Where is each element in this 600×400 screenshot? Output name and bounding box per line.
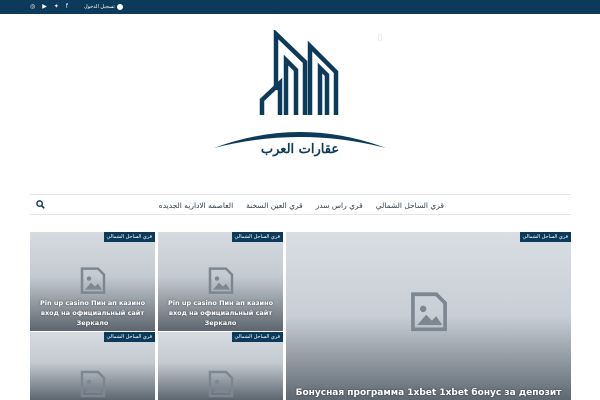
post-title[interactable]: Pin up casino Пин ап казино вход на офиц… — [30, 298, 155, 328]
twitter-icon[interactable]: ✦ — [54, 0, 59, 14]
youtube-icon[interactable]: ▶ — [42, 0, 47, 14]
image-placeholder-icon — [410, 292, 447, 332]
nav-item-ras-sudr[interactable]: قري راس سدر — [316, 201, 363, 210]
decorative-mark: ⌷ — [377, 33, 383, 44]
login-label: تسجيل الدخول — [84, 4, 115, 10]
site-logo[interactable]: عقارات العرب — [210, 30, 390, 160]
nav-item-north-coast[interactable]: قري الساحل الشمالي — [376, 201, 444, 210]
nav-menu: العاصمه الاداريه الجديده قري العين السخن… — [159, 195, 444, 215]
category-badge[interactable]: قري الساحل الشمالي — [103, 332, 155, 342]
social-links: ◎ ▶ ✦ f — [30, 0, 68, 14]
login-link[interactable]: تسجيل الدخول — [84, 0, 123, 14]
user-icon — [116, 4, 123, 10]
post-card[interactable]: قري الساحل الشمالي — [30, 332, 155, 400]
image-placeholder-icon — [208, 370, 233, 398]
category-badge[interactable]: قري الساحل الشمالي — [231, 232, 283, 242]
post-title[interactable]: Pin up casino Пин ап казино вход на офиц… — [158, 298, 283, 328]
category-badge[interactable]: قري الساحل الشمالي — [103, 232, 155, 242]
logo-buildings-icon — [214, 30, 386, 148]
image-placeholder-icon — [208, 266, 233, 294]
search-icon[interactable] — [36, 200, 45, 209]
post-card-featured[interactable]: قري الساحل الشمالي Бонусная программа 1x… — [286, 232, 571, 400]
post-card[interactable]: قري الساحل الشمالي — [158, 332, 283, 400]
logo-text: عقارات العرب — [260, 142, 340, 157]
main-nav: العاصمه الاداريه الجديده قري العين السخن… — [30, 194, 571, 215]
post-card[interactable]: قري الساحل الشمالي Pin up casino Пин ап … — [158, 232, 283, 331]
category-badge[interactable]: قري الساحل الشمالي — [519, 232, 571, 242]
post-card[interactable]: قري الساحل الشمالي Pin up casino Пин ап … — [30, 232, 155, 331]
instagram-icon[interactable]: ◎ — [30, 0, 35, 14]
nav-item-ain-sokhna[interactable]: قري العين السخنة — [246, 201, 303, 210]
facebook-icon[interactable]: f — [66, 0, 68, 14]
image-placeholder-icon — [80, 370, 105, 398]
nav-item-new-capital[interactable]: العاصمه الاداريه الجديده — [159, 201, 233, 210]
category-badge[interactable]: قري الساحل الشمالي — [231, 332, 283, 342]
image-placeholder-icon — [80, 266, 105, 294]
top-bar: ◎ ▶ ✦ f تسجيل الدخول — [0, 0, 600, 14]
post-title[interactable]: Бонусная программа 1xbet 1xbet бонус за … — [286, 387, 571, 399]
